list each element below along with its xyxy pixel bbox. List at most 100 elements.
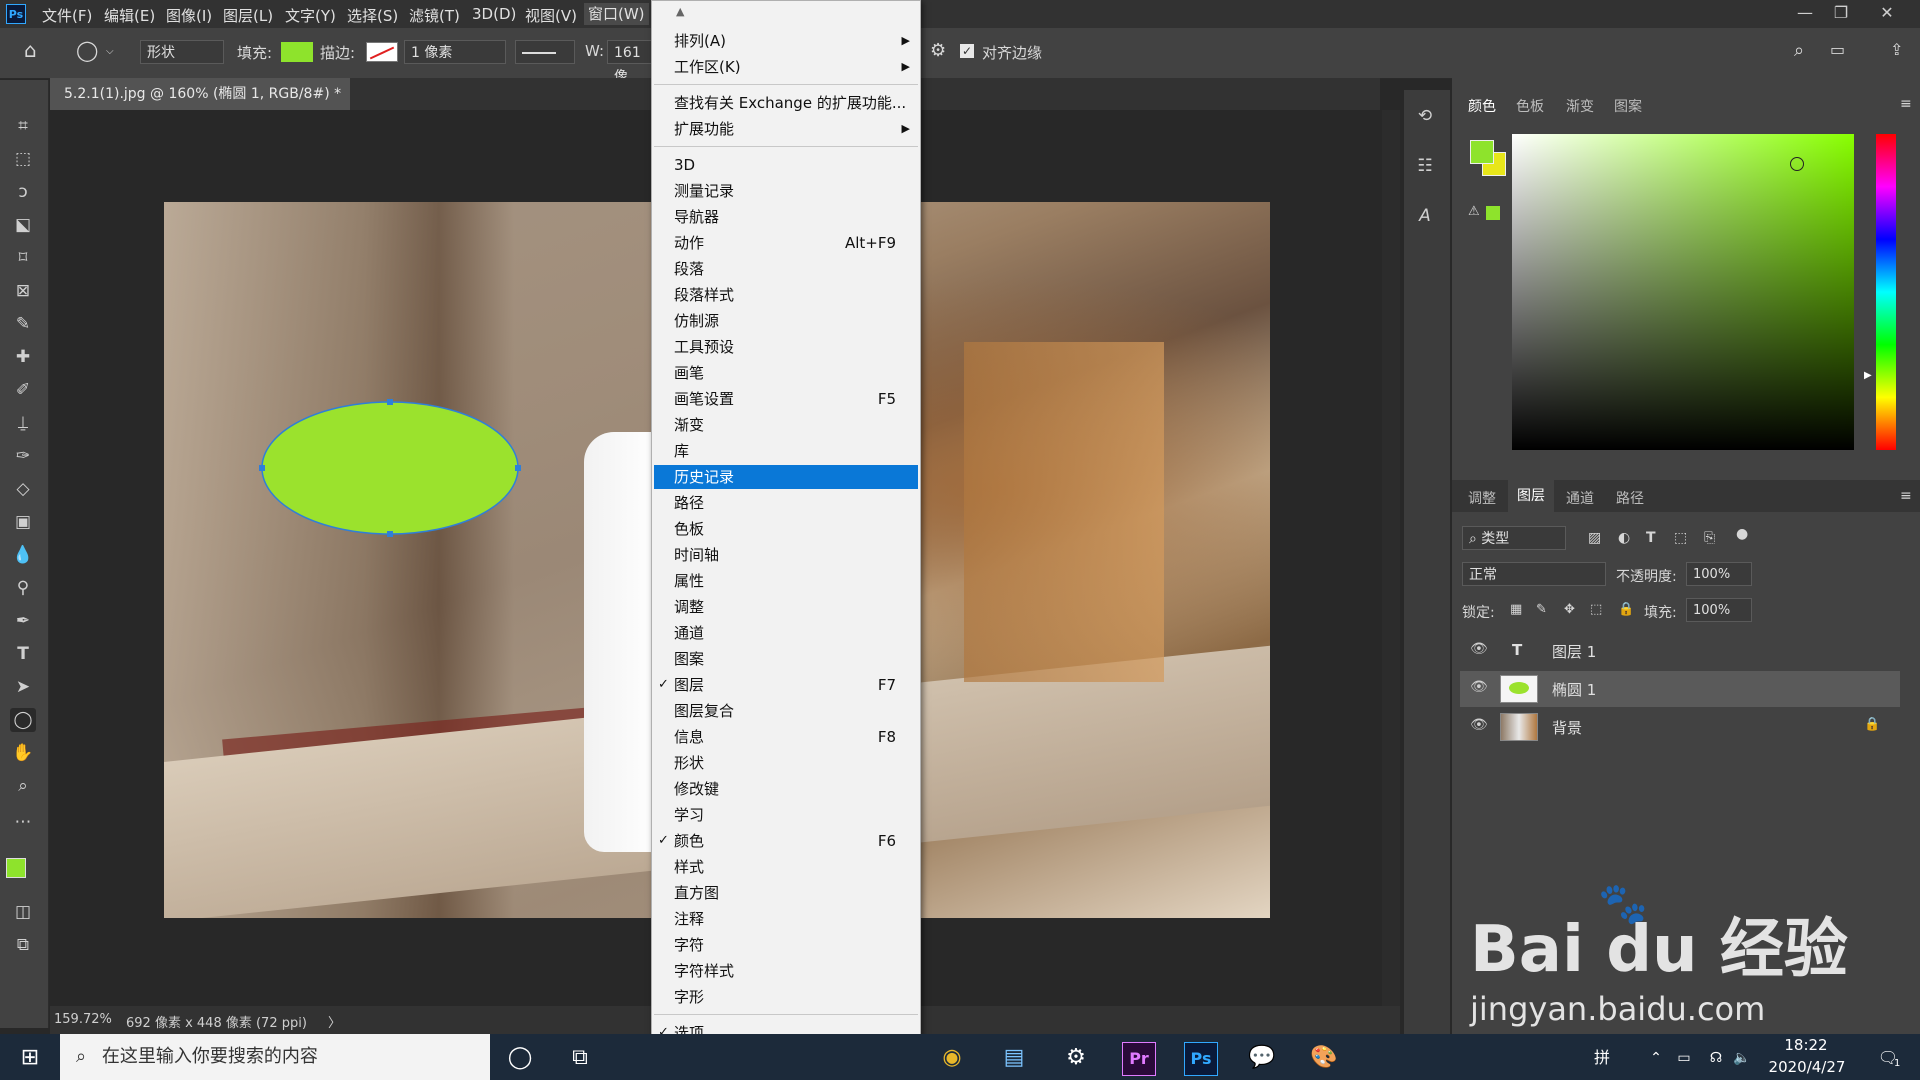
menu-item[interactable]: 查找有关 Exchange 的扩展功能... <box>674 91 918 115</box>
menu-item[interactable]: 颜色 ✓ F6 <box>658 829 918 853</box>
frame-tool-icon[interactable]: ⊠ <box>10 279 36 303</box>
filter-toggle-icon[interactable]: ● <box>1736 526 1748 542</box>
smart-object-filter-icon[interactable]: ⎘ <box>1704 530 1715 546</box>
tab-adjustments[interactable]: 调整 <box>1468 488 1496 508</box>
image-filter-icon[interactable]: ▨ <box>1588 530 1601 546</box>
character-panel-icon[interactable]: A <box>1412 204 1438 228</box>
clock-date[interactable]: 2020/4/27 <box>1762 1058 1852 1076</box>
gradient-tool-icon[interactable]: ▣ <box>10 510 36 534</box>
menu-item[interactable]: 历史记录 <box>654 465 918 489</box>
properties-panel-icon[interactable]: ☷ <box>1412 154 1438 178</box>
clock-time[interactable]: 18:22 <box>1766 1036 1846 1054</box>
gear-icon[interactable]: ⚙ <box>930 40 946 61</box>
artboard-tool-icon[interactable]: ⌗ <box>10 114 36 138</box>
stamp-tool-icon[interactable]: ⍊ <box>10 411 36 435</box>
status-arrow-icon[interactable]: 〉 <box>328 1012 341 1031</box>
app-window-icon[interactable]: ▤ <box>998 1042 1030 1074</box>
menu-view[interactable]: 视图(V) <box>525 5 577 26</box>
color-field[interactable] <box>1512 134 1854 450</box>
ellipse-shape[interactable] <box>254 398 534 548</box>
ellipse-tool-icon[interactable]: ◯ <box>10 708 36 732</box>
menu-item[interactable]: 样式 <box>674 855 918 879</box>
stroke-swatch[interactable] <box>366 42 398 62</box>
scroll-up-icon[interactable]: ▲ <box>676 5 684 18</box>
task-view-icon[interactable]: ⧉ <box>564 1042 596 1074</box>
object-select-tool-icon[interactable]: ⬕ <box>10 213 36 237</box>
menu-item[interactable]: 排列(A) ▶ <box>674 29 918 53</box>
layer-row[interactable]: 👁 背景 🔒 <box>1460 709 1900 745</box>
marquee-tool-icon[interactable]: ⬚ <box>10 147 36 171</box>
menu-item[interactable]: 调整 <box>674 595 918 619</box>
restore-icon[interactable]: ❐ <box>1826 3 1856 22</box>
layers-menu-icon[interactable]: ≡ <box>1900 488 1912 504</box>
type-filter-icon[interactable]: T <box>1646 530 1656 546</box>
lock-transparency-icon[interactable]: ▦ <box>1510 602 1522 617</box>
hue-slider-pointer-icon[interactable]: ▶ <box>1864 370 1872 381</box>
tab-layers[interactable]: 图层 <box>1508 480 1554 512</box>
menu-item[interactable]: 图案 <box>674 647 918 671</box>
history-panel-icon[interactable]: ⟲ <box>1412 104 1438 128</box>
menu-select[interactable]: 选择(S) <box>347 5 398 26</box>
premiere-icon[interactable]: Pr <box>1122 1042 1156 1076</box>
shape-mode-select[interactable]: 形状 <box>140 40 224 64</box>
menu-item[interactable]: 测量记录 <box>674 179 918 203</box>
menu-item[interactable]: 图层复合 <box>674 699 918 723</box>
lasso-tool-icon[interactable]: ↄ <box>10 180 36 204</box>
chevron-down-icon[interactable]: ⌵ <box>106 46 114 57</box>
path-select-icon[interactable]: ➤ <box>10 675 36 699</box>
layer-filter-select[interactable]: ⌕ 类型 <box>1462 526 1566 550</box>
eye-icon[interactable]: 👁 <box>1470 679 1488 695</box>
screen-mode-icon[interactable]: ⧉ <box>10 933 36 957</box>
menu-item[interactable]: 字符 <box>674 933 918 957</box>
menu-item[interactable]: 时间轴 <box>674 543 918 567</box>
cortana-icon[interactable]: ◯ <box>504 1042 536 1074</box>
menu-item[interactable]: 注释 <box>674 907 918 931</box>
menu-item[interactable]: 工具预设 <box>674 335 918 359</box>
taskbar-search[interactable]: ⌕ 在这里输入你要搜索的内容 <box>60 1034 490 1080</box>
ime-indicator[interactable]: 拼 <box>1586 1042 1618 1074</box>
foreground-color-swatch[interactable] <box>6 858 26 878</box>
minimize-icon[interactable]: — <box>1790 3 1820 22</box>
menu-item[interactable]: 画笔设置 F5 <box>674 387 918 411</box>
menu-file[interactable]: 文件(F) <box>42 5 92 26</box>
menu-item[interactable]: 导航器 <box>674 205 918 229</box>
lock-artboard-icon[interactable]: ⬚ <box>1590 602 1602 617</box>
settings-icon[interactable]: ⚙ <box>1060 1042 1092 1074</box>
workspace-icon[interactable]: ▭ <box>1830 40 1845 59</box>
paint-icon[interactable]: 🎨 <box>1308 1042 1340 1074</box>
menu-3d[interactable]: 3D(D) <box>472 5 516 23</box>
width-input[interactable]: 161 像 <box>607 40 653 85</box>
menu-item[interactable]: 画笔 <box>674 361 918 385</box>
more-tools-icon[interactable]: ⋯ <box>10 810 36 834</box>
battery-icon[interactable]: ▭ <box>1668 1042 1700 1074</box>
photoshop-taskbar-icon[interactable]: Ps <box>1184 1042 1218 1076</box>
adjustment-filter-icon[interactable]: ◐ <box>1618 530 1630 546</box>
anchor-point[interactable] <box>515 465 521 471</box>
lock-pixels-icon[interactable]: ✎ <box>1536 602 1547 617</box>
opacity-input[interactable]: 100% <box>1686 562 1752 586</box>
stroke-type-select[interactable] <box>515 40 575 64</box>
menu-item[interactable]: 信息 F8 <box>674 725 918 749</box>
color-picker-cursor[interactable] <box>1790 157 1804 171</box>
eraser-tool-icon[interactable]: ◇ <box>10 477 36 501</box>
zoom-level[interactable]: 159.72% <box>54 1012 112 1027</box>
shape-filter-icon[interactable]: ⬚ <box>1674 530 1687 546</box>
hand-tool-icon[interactable]: ✋ <box>10 741 36 765</box>
menu-window[interactable]: 窗口(W) <box>584 3 649 25</box>
chrome-icon[interactable]: ◉ <box>936 1042 968 1074</box>
blend-mode-select[interactable]: 正常 <box>1462 562 1606 586</box>
pen-tool-icon[interactable]: ✒ <box>10 609 36 633</box>
menu-filter[interactable]: 滤镜(T) <box>409 5 460 26</box>
menu-item[interactable]: 形状 <box>674 751 918 775</box>
close-icon[interactable]: ✕ <box>1872 3 1902 22</box>
menu-item[interactable]: 色板 <box>674 517 918 541</box>
menu-item[interactable]: 直方图 <box>674 881 918 905</box>
color-fg-swatch[interactable] <box>1470 140 1494 164</box>
ellipse-tool-icon[interactable]: ◯ <box>76 38 98 62</box>
menu-item[interactable]: 字形 <box>674 985 918 1009</box>
menu-item[interactable]: 属性 <box>674 569 918 593</box>
lock-all-icon[interactable]: 🔒 <box>1618 602 1634 617</box>
menu-item[interactable]: 渐变 <box>674 413 918 437</box>
type-tool-icon[interactable]: T <box>10 642 36 666</box>
share-icon[interactable]: ⇪ <box>1890 40 1903 59</box>
